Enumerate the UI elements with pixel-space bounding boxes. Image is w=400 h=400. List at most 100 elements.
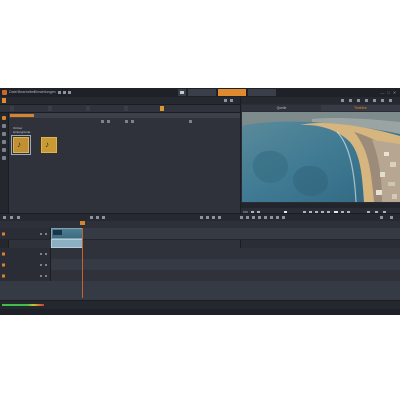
track-header [0, 270, 51, 281]
track-visibility-icon[interactable] [40, 232, 42, 235]
player-tab-timeline[interactable]: Timeline [321, 105, 400, 111]
audio-level-meter [2, 304, 44, 306]
track-audio-icon[interactable] [45, 252, 47, 255]
player-tool-icon[interactable] [381, 99, 384, 102]
track-lock-icon[interactable] [2, 232, 5, 235]
timeline-tool-icon[interactable] [218, 216, 221, 219]
mode-tab-import[interactable] [188, 89, 216, 96]
library-tab-bar [0, 97, 240, 105]
track-lock-icon[interactable] [2, 274, 5, 277]
timeline-tool-icon[interactable] [96, 216, 99, 219]
track-header [0, 248, 51, 259]
timeline-tool-icon[interactable] [390, 216, 393, 219]
track-lock-icon[interactable] [2, 263, 5, 266]
track-lock-icon[interactable] [2, 252, 5, 255]
category-tab-bar [0, 105, 240, 113]
timeline-tool-icon[interactable] [90, 216, 93, 219]
timeline-tool-icon[interactable] [252, 216, 255, 219]
breadcrumb-root[interactable] [10, 114, 34, 117]
timeline-tool-icon[interactable] [206, 216, 209, 219]
projects-icon[interactable] [2, 156, 6, 160]
minimize-icon[interactable]: — [380, 90, 385, 95]
status-strip [0, 309, 400, 315]
player-tab-source[interactable]: Quelle [242, 105, 321, 111]
track-audio-icon[interactable] [45, 263, 47, 266]
timeline-empty-area [0, 281, 400, 301]
player-tool-icon[interactable] [357, 99, 360, 102]
tree-item-backgrounds[interactable]: Hintergründe [13, 130, 30, 134]
aerial-beach-image [242, 112, 400, 202]
close-icon[interactable]: ✕ [392, 90, 397, 95]
mode-tab-edit[interactable] [218, 89, 246, 96]
category-tab-3[interactable] [86, 106, 90, 111]
playhead-handle[interactable] [80, 221, 85, 225]
timeline-tool-icon[interactable] [3, 216, 6, 219]
library-tab-1[interactable] [2, 98, 6, 103]
timeline-tool-icon[interactable] [17, 216, 20, 219]
track-audio-icon[interactable] [45, 232, 47, 235]
timeline-tool-icon[interactable] [264, 216, 267, 219]
timeline-tool-icon[interactable] [380, 216, 383, 219]
titles-icon[interactable] [2, 124, 6, 128]
player-tool-icon[interactable] [349, 99, 352, 102]
category-tab-1[interactable] [10, 106, 14, 111]
search-icon[interactable] [189, 120, 192, 123]
playhead-line [82, 228, 83, 298]
timeline-track-header-row [0, 221, 400, 228]
player-toolbar [241, 97, 400, 104]
music-note-icon: ♪ [17, 140, 21, 149]
library-expand-icon[interactable] [230, 99, 233, 102]
filter-icon[interactable] [131, 120, 134, 123]
home-button[interactable] [178, 89, 186, 96]
audio-icon[interactable] [2, 148, 6, 152]
category-tab-5[interactable] [160, 106, 164, 111]
menu-edit[interactable]: Bearbeiten [18, 90, 35, 94]
track-visibility-icon[interactable] [40, 274, 42, 277]
timeline-tool-icon[interactable] [212, 216, 215, 219]
timeline-tool-icon[interactable] [240, 216, 243, 219]
player-tool-icon[interactable] [389, 99, 392, 102]
media-icon[interactable] [2, 116, 6, 120]
timeline-tool-icon[interactable] [258, 216, 261, 219]
save-icon[interactable] [58, 91, 61, 94]
clip-thumbnail [53, 230, 62, 235]
track-audio-icon[interactable] [45, 274, 47, 277]
player-tool-icon[interactable] [373, 99, 376, 102]
player-tool-icon[interactable] [365, 99, 368, 102]
library-toolbar [9, 119, 240, 124]
library-settings-icon[interactable] [224, 99, 227, 102]
timeline-tool-icon[interactable] [270, 216, 273, 219]
video-preview[interactable] [242, 112, 400, 202]
timeline-tool-icon[interactable] [102, 216, 105, 219]
video-editor-window: Datei Bearbeiten Einstellungen — □ ✕ Ord… [0, 88, 400, 315]
menu-file[interactable]: Datei [9, 90, 17, 94]
effects-icon[interactable] [2, 140, 6, 144]
timeline-tool-icon[interactable] [10, 216, 13, 219]
timeline-tool-icon[interactable] [200, 216, 203, 219]
video-clip[interactable] [51, 228, 83, 239]
track-visibility-icon[interactable] [40, 252, 42, 255]
timeline-tool-icon[interactable] [276, 216, 279, 219]
timeline-tool-icon[interactable] [282, 216, 285, 219]
transitions-icon[interactable] [2, 132, 6, 136]
mode-tab-export[interactable] [248, 89, 276, 96]
view-grid-icon[interactable] [107, 120, 110, 123]
media-thumbnail[interactable]: ♪ [11, 135, 31, 155]
home-icon [180, 91, 184, 94]
category-tab-2[interactable] [48, 106, 52, 111]
track-header [0, 228, 51, 239]
redo-icon[interactable] [68, 91, 71, 94]
media-thumbnail[interactable]: ♪ [41, 137, 57, 153]
sort-icon[interactable] [125, 120, 128, 123]
scrub-bar[interactable] [241, 203, 400, 208]
view-list-icon[interactable] [101, 120, 104, 123]
track-visibility-icon[interactable] [40, 263, 42, 266]
menu-settings[interactable]: Einstellungen [34, 90, 56, 94]
player-tool-icon[interactable] [341, 99, 344, 102]
category-tab-4[interactable] [124, 106, 128, 111]
audio-clip[interactable] [51, 239, 83, 248]
timeline-tool-icon[interactable] [246, 216, 249, 219]
undo-icon[interactable] [63, 91, 66, 94]
maximize-icon[interactable]: □ [386, 90, 391, 95]
app-logo-icon [2, 90, 7, 95]
